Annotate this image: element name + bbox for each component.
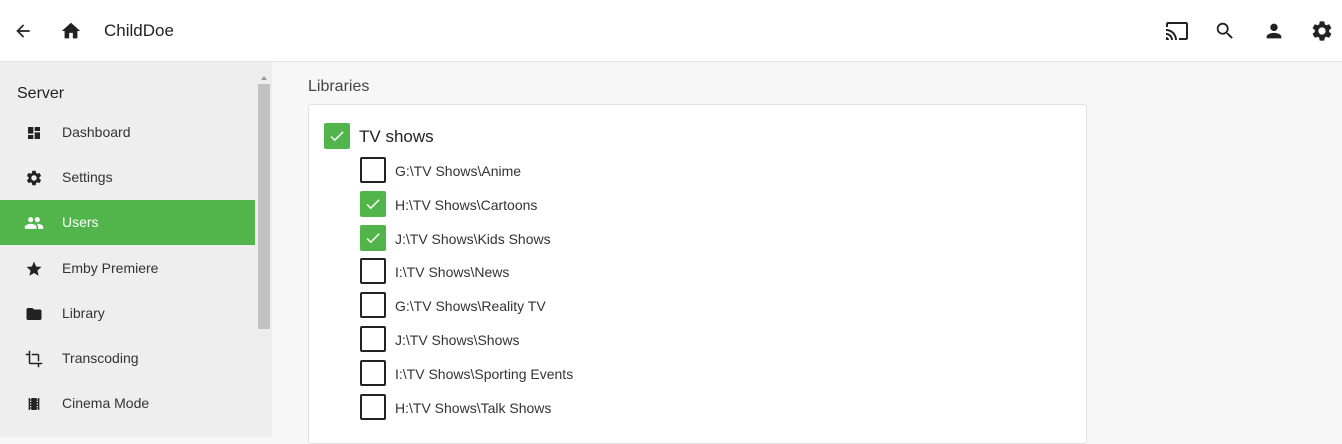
sidebar-item-dashboard[interactable]: Dashboard xyxy=(0,110,255,155)
user-icon[interactable] xyxy=(1262,19,1286,43)
folder-path: J:\TV Shows\Shows xyxy=(395,332,520,348)
folder-checkbox[interactable] xyxy=(360,258,386,284)
page-title: ChildDoe xyxy=(104,21,174,40)
scroll-up-arrow-icon[interactable] xyxy=(258,70,270,80)
folder-icon xyxy=(24,304,44,324)
folder-path: G:\TV Shows\Anime xyxy=(395,163,522,179)
library-checkbox-tv-shows[interactable] xyxy=(324,123,350,149)
sidebar-item-settings[interactable]: Settings xyxy=(0,155,255,200)
sidebar-heading: Server xyxy=(17,85,65,102)
dashboard-icon xyxy=(24,123,44,143)
star-icon xyxy=(24,259,44,279)
users-icon xyxy=(24,213,44,233)
sidebar-item-emby-premiere[interactable]: Emby Premiere xyxy=(0,246,255,291)
home-icon[interactable] xyxy=(59,19,83,43)
folder-checkbox[interactable] xyxy=(360,360,386,386)
sidebar: Server Dashboard Settings Users Emby Pre… xyxy=(0,62,272,437)
gear-icon xyxy=(24,168,44,188)
folder-checkbox[interactable] xyxy=(360,394,386,420)
folder-checkbox[interactable] xyxy=(360,225,386,251)
sidebar-item-library[interactable]: Library xyxy=(0,291,255,336)
folder-checkbox[interactable] xyxy=(360,326,386,352)
folder-path: J:\TV Shows\Kids Shows xyxy=(395,231,551,247)
folder-path: H:\TV Shows\Talk Shows xyxy=(395,400,552,416)
checkmark-icon xyxy=(330,131,344,142)
search-icon[interactable] xyxy=(1213,19,1237,43)
folder-checkbox[interactable] xyxy=(360,292,386,318)
film-icon xyxy=(24,394,44,414)
sidebar-item-label: Users xyxy=(62,214,99,230)
section-title: Libraries xyxy=(308,78,370,95)
sidebar-item-label: Settings xyxy=(62,169,113,185)
sidebar-item-label: Transcoding xyxy=(62,350,139,366)
folder-path: G:\TV Shows\Reality TV xyxy=(395,298,546,314)
sidebar-item-label: Cinema Mode xyxy=(62,395,150,411)
back-arrow-icon[interactable] xyxy=(11,19,35,43)
sidebar-item-label: Library xyxy=(62,305,105,321)
sidebar-scrollbar-thumb[interactable] xyxy=(258,84,270,329)
sidebar-item-cinema-mode[interactable]: Cinema Mode xyxy=(0,381,255,426)
folder-checkbox[interactable] xyxy=(360,157,386,183)
folder-path: I:\TV Shows\News xyxy=(395,264,510,280)
checkmark-icon xyxy=(366,233,380,244)
sidebar-item-label: Emby Premiere xyxy=(62,260,159,276)
checkmark-icon xyxy=(366,199,380,210)
gear-icon[interactable] xyxy=(1310,19,1334,43)
sidebar-item-transcoding[interactable]: Transcoding xyxy=(0,336,255,381)
cast-icon[interactable] xyxy=(1165,19,1189,43)
sidebar-item-users[interactable]: Users xyxy=(0,200,255,245)
folder-path: H:\TV Shows\Cartoons xyxy=(395,197,538,213)
folder-path: I:\TV Shows\Sporting Events xyxy=(395,366,574,382)
sidebar-item-label: Dashboard xyxy=(62,124,131,140)
crop-icon xyxy=(24,349,44,369)
top-bar: ChildDoe xyxy=(0,0,1342,62)
folder-checkbox[interactable] xyxy=(360,191,386,217)
library-name: TV shows xyxy=(359,127,434,146)
